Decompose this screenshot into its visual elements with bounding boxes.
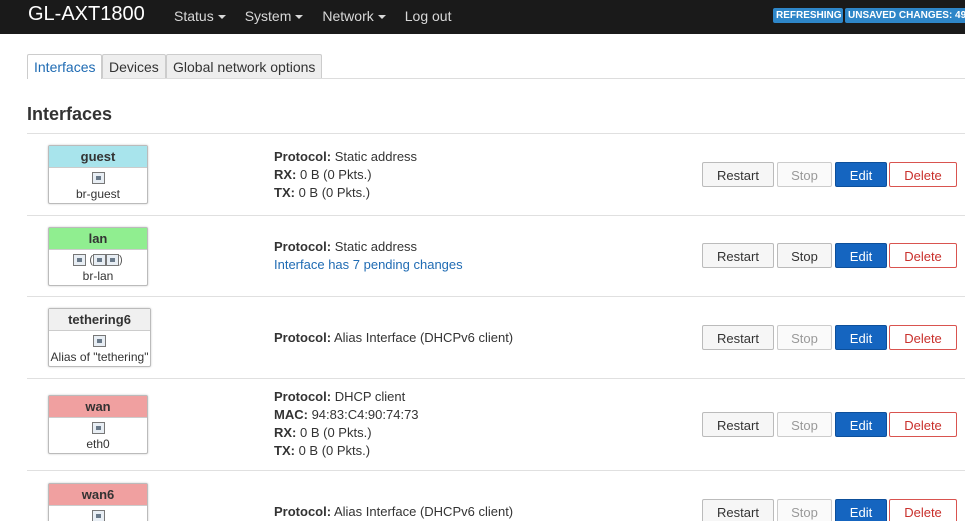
interface-name: wan6: [49, 484, 147, 506]
edit-button[interactable]: Edit: [835, 499, 887, 521]
protocol-label: Protocol:: [274, 504, 332, 519]
rx-value: 0 B (0 Pkts.): [300, 167, 372, 182]
interface-badge-guest: guest br-guest: [48, 145, 148, 204]
restart-button[interactable]: Restart: [702, 499, 774, 521]
interface-status: Protocol: Static address Interface has 7…: [274, 238, 463, 274]
chevron-down-icon: [377, 15, 386, 20]
tx-label: TX:: [274, 185, 295, 200]
stop-button[interactable]: Stop: [777, 325, 832, 350]
edit-button[interactable]: Edit: [835, 325, 887, 350]
interface-device: eth0: [86, 437, 110, 451]
delete-button[interactable]: Delete: [889, 243, 957, 268]
chevron-down-icon: [295, 15, 304, 20]
protocol-value: DHCP client: [334, 389, 406, 404]
interface-name: tethering6: [49, 309, 150, 331]
tab-global-network-options[interactable]: Global network options: [166, 54, 323, 78]
interface-row-lan: lan () br-lan Protocol: Static address I…: [27, 215, 965, 297]
protocol-label: Protocol:: [274, 389, 332, 404]
interface-name: guest: [49, 146, 147, 168]
interface-badge-lan: lan () br-lan: [48, 227, 148, 286]
restart-button[interactable]: Restart: [702, 162, 774, 187]
interface-device: Alias of "tethering": [50, 350, 149, 364]
interface-badge-tethering6: tethering6 Alias of "tethering": [48, 308, 151, 367]
edit-button[interactable]: Edit: [835, 243, 887, 268]
tab-interfaces[interactable]: Interfaces: [27, 54, 103, 79]
protocol-value: Static address: [334, 149, 418, 164]
interface-row-wan: wan eth0 Protocol: DHCP client MAC: 94:8…: [27, 378, 965, 471]
tab-devices[interactable]: Devices: [102, 54, 166, 78]
interface-status: Protocol: Alias Interface (DHCPv6 client…: [274, 329, 513, 347]
interface-name: lan: [49, 228, 147, 250]
interface-badge-wan6: wan6: [48, 483, 148, 521]
unsaved-changes-badge[interactable]: UNSAVED CHANGES: 49: [845, 8, 965, 23]
delete-button[interactable]: Delete: [889, 412, 957, 437]
menu-system-label: System: [244, 8, 292, 24]
menu-network[interactable]: Network: [322, 8, 386, 24]
stop-button[interactable]: Stop: [777, 412, 832, 437]
network-port-icon: [49, 332, 150, 350]
stop-button[interactable]: Stop: [777, 162, 832, 187]
protocol-label: Protocol:: [274, 149, 332, 164]
menu-logout[interactable]: Log out: [405, 8, 452, 24]
protocol-label: Protocol:: [274, 330, 332, 345]
mac-label: MAC:: [274, 407, 308, 422]
edit-button[interactable]: Edit: [835, 412, 887, 437]
brand-title[interactable]: GL-AXT1800: [28, 3, 145, 26]
top-navbar: GL-AXT1800 Status System Network Log out…: [0, 0, 965, 34]
refreshing-badge[interactable]: REFRESHING: [773, 8, 843, 23]
network-port-icon: [49, 507, 147, 521]
tx-label: TX:: [274, 443, 295, 458]
interface-name: wan: [49, 396, 147, 418]
mac-value: 94:83:C4:90:74:73: [311, 407, 419, 422]
chevron-down-icon: [217, 15, 226, 20]
restart-button[interactable]: Restart: [702, 412, 774, 437]
delete-button[interactable]: Delete: [889, 162, 957, 187]
interface-row-wan6: wan6 Protocol: Alias Interface (DHCPv6 c…: [27, 470, 965, 521]
network-port-icon: [49, 419, 147, 437]
menu-status[interactable]: Status: [174, 8, 226, 24]
interface-row-tethering6: tethering6 Alias of "tethering" Protocol…: [27, 296, 965, 379]
delete-button[interactable]: Delete: [889, 499, 957, 521]
main-menu: Status System Network Log out: [174, 8, 470, 24]
menu-status-label: Status: [174, 8, 214, 24]
interface-status: Protocol: DHCP client MAC: 94:83:C4:90:7…: [274, 388, 419, 460]
menu-logout-label: Log out: [404, 8, 452, 24]
tx-value: 0 B (0 Pkts.): [298, 185, 371, 200]
protocol-value: Alias Interface (DHCPv6 client): [333, 504, 514, 519]
protocol-value: Alias Interface (DHCPv6 client): [333, 330, 514, 345]
interface-badge-wan: wan eth0: [48, 395, 148, 454]
section-title: Interfaces: [27, 104, 113, 124]
edit-button[interactable]: Edit: [835, 162, 887, 187]
pending-changes-link[interactable]: Interface has 7 pending changes: [274, 256, 463, 274]
restart-button[interactable]: Restart: [702, 243, 774, 268]
rx-label: RX:: [274, 167, 297, 182]
interface-device: br-guest: [75, 187, 121, 201]
rx-value: 0 B (0 Pkts.): [300, 425, 372, 440]
network-port-icon: [49, 169, 147, 187]
stop-button[interactable]: Stop: [777, 499, 832, 521]
protocol-label: Protocol:: [274, 239, 332, 254]
interface-status: Protocol: Alias Interface (DHCPv6 client…: [274, 503, 513, 521]
rx-label: RX:: [274, 425, 297, 440]
stop-button[interactable]: Stop: [777, 243, 832, 268]
tab-bar: Interfaces Devices Global network option…: [27, 54, 965, 79]
network-ports-icon: (): [49, 251, 147, 269]
menu-system[interactable]: System: [245, 8, 304, 24]
restart-button[interactable]: Restart: [702, 325, 774, 350]
interface-device: br-lan: [82, 269, 114, 283]
interface-status: Protocol: Static address RX: 0 B (0 Pkts…: [274, 148, 417, 202]
interface-row-guest: guest br-guest Protocol: Static address …: [27, 133, 965, 216]
delete-button[interactable]: Delete: [889, 325, 957, 350]
protocol-value: Static address: [334, 239, 418, 254]
tx-value: 0 B (0 Pkts.): [298, 443, 371, 458]
menu-network-label: Network: [322, 8, 374, 24]
